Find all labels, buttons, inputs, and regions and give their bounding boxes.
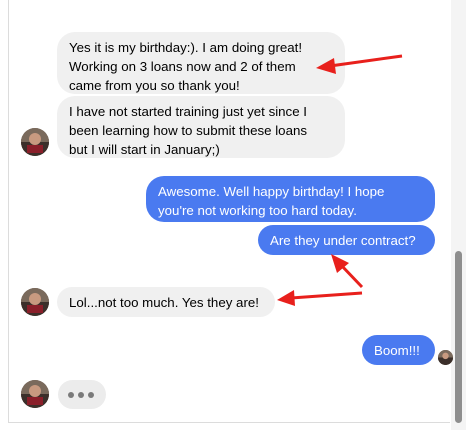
contact-avatar[interactable] xyxy=(21,128,49,156)
message-outgoing-2: Are they under contract? xyxy=(258,225,435,255)
contact-avatar[interactable] xyxy=(21,288,49,316)
avatar-photo-icon xyxy=(21,380,49,408)
seen-receipt-avatar xyxy=(438,350,453,365)
message-incoming-3: Lol...not too much. Yes they are! xyxy=(57,287,275,317)
typing-indicator xyxy=(58,380,106,409)
avatar-photo-icon xyxy=(438,350,453,365)
message-incoming-2: I have not started training just yet sin… xyxy=(57,96,345,158)
avatar-photo-icon xyxy=(21,288,49,316)
typing-dots-icon xyxy=(88,392,94,398)
message-outgoing-3: Boom!!! xyxy=(362,335,435,365)
typing-dots-icon xyxy=(78,392,84,398)
avatar-photo-icon xyxy=(21,128,49,156)
message-outgoing-1: Awesome. Well happy birthday! I hope you… xyxy=(146,176,435,222)
scrollbar-thumb[interactable] xyxy=(455,251,462,423)
message-incoming-1: Yes it is my birthday:). I am doing grea… xyxy=(57,32,345,94)
typing-dots-icon xyxy=(68,392,74,398)
contact-avatar[interactable] xyxy=(21,380,49,408)
